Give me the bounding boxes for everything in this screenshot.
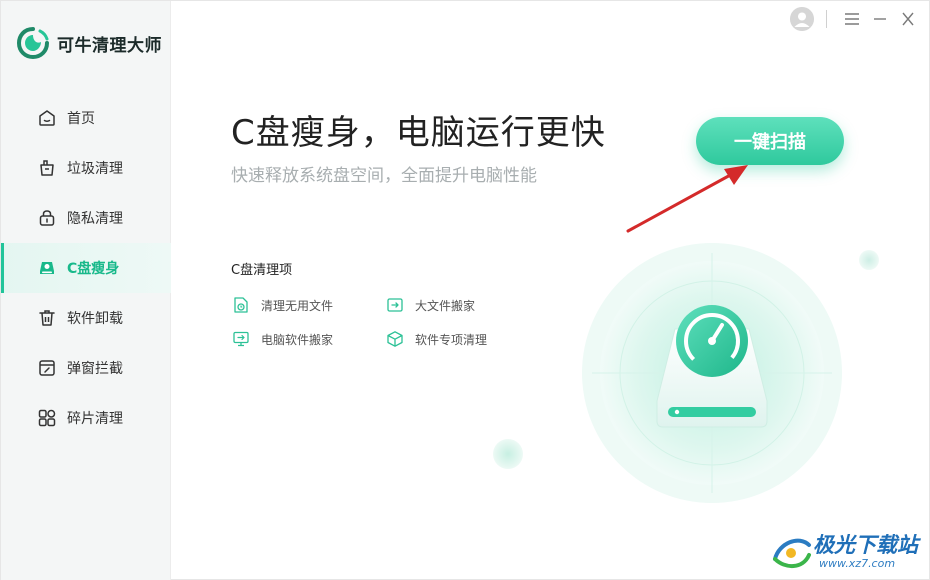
package-icon [385,329,405,349]
watermark-url: www.xz7.com [819,557,896,570]
sidebar-item-home[interactable]: 首页 [1,93,171,143]
sidebar-item-privacy-clean[interactable]: 隐私清理 [1,193,171,243]
decor-bubble [859,250,879,270]
divider [826,10,827,28]
clean-item-useless-files[interactable]: 清理无用文件 [231,293,333,317]
file-clean-icon [231,295,251,315]
sidebar: 可牛清理大师 首页 垃圾清理 隐私清理 C盘瘦身 软件卸载 弹窗拦截 碎片清理 [1,1,171,580]
software-move-icon [231,329,251,349]
sidebar-item-label: 隐私清理 [67,211,123,227]
sidebar-nav: 首页 垃圾清理 隐私清理 C盘瘦身 软件卸载 弹窗拦截 碎片清理 [1,93,171,443]
trash-bag-icon [37,158,57,178]
sidebar-item-defrag[interactable]: 碎片清理 [1,393,171,443]
sidebar-item-popup-block[interactable]: 弹窗拦截 [1,343,171,393]
uninstall-icon [37,308,57,328]
sidebar-item-label: C盘瘦身 [67,261,120,277]
clean-item-large-file-move[interactable]: 大文件搬家 [385,293,475,317]
brand: 可牛清理大师 [15,25,162,61]
sidebar-item-label: 弹窗拦截 [67,361,123,377]
close-icon[interactable] [895,7,921,31]
user-avatar-icon[interactable] [790,7,814,31]
logo-icon [16,27,49,60]
clean-item-label: 软件专项清理 [415,332,488,347]
section-title: C盘清理项 [231,263,293,278]
page-subtitle: 快速释放系统盘空间，全面提升电脑性能 [231,166,537,186]
lock-icon [37,208,57,228]
menu-icon[interactable] [839,7,865,31]
sidebar-item-junk-clean[interactable]: 垃圾清理 [1,143,171,193]
decor-bubble [493,439,523,469]
popup-block-icon [37,358,57,378]
sidebar-item-label: 垃圾清理 [67,161,123,177]
clean-item-label: 清理无用文件 [261,298,334,313]
sidebar-item-c-drive-slim[interactable]: C盘瘦身 [1,243,171,293]
clean-item-software-move[interactable]: 电脑软件搬家 [231,327,333,351]
sidebar-item-uninstall[interactable]: 软件卸载 [1,293,171,343]
sidebar-item-label: 碎片清理 [67,411,123,427]
c-drive-illustration [582,243,842,503]
window-controls [790,7,921,31]
sidebar-item-label: 首页 [67,111,95,127]
watermark-text: 极光下载站 [813,533,918,557]
clean-item-software-special[interactable]: 软件专项清理 [385,327,487,351]
minimize-icon[interactable] [867,7,893,31]
annotation-arrow-icon [626,165,748,233]
app-window: 可牛清理大师 首页 垃圾清理 隐私清理 C盘瘦身 软件卸载 弹窗拦截 碎片清理 … [0,0,930,580]
app-name: 可牛清理大师 [57,35,162,56]
home-icon [37,108,57,128]
file-move-icon [385,295,405,315]
grid-icon [37,408,57,428]
disk-icon [37,258,57,278]
sidebar-item-label: 软件卸载 [67,311,123,327]
clean-item-label: 大文件搬家 [415,298,476,313]
clean-item-label: 电脑软件搬家 [261,332,334,347]
page-title: C盘瘦身，电脑运行更快 [231,113,606,153]
